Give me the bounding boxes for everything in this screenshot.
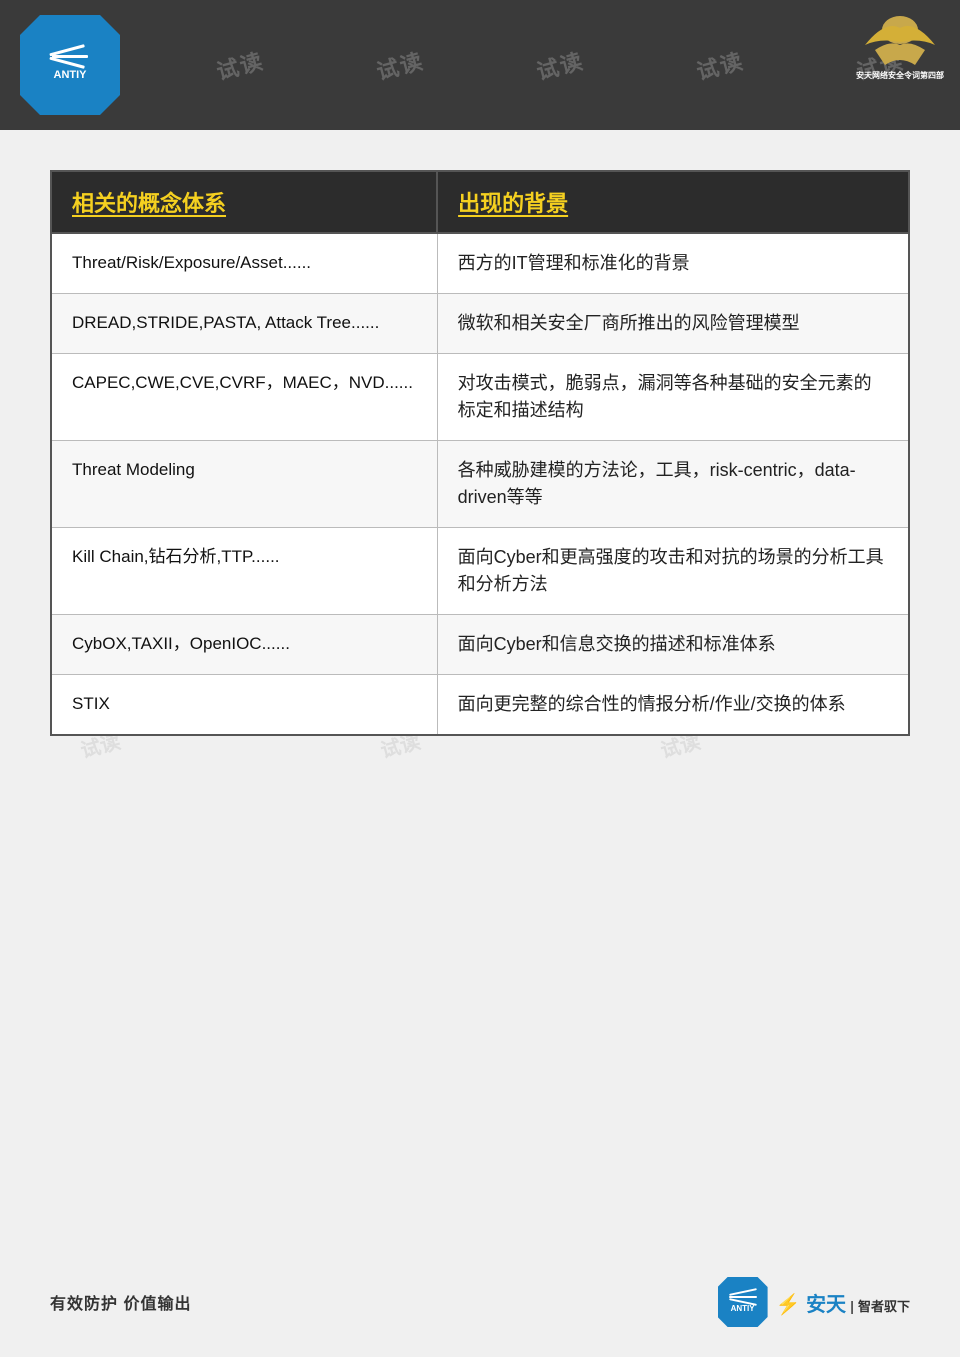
footer-logo-sub: 智者驭下 [858, 1296, 910, 1315]
table-cell-concept: STIX [51, 675, 437, 736]
table-row: Kill Chain,钻石分析,TTP......面向Cyber和更高强度的攻击… [51, 528, 909, 615]
table-row: Threat/Risk/Exposure/Asset......西方的IT管理和… [51, 233, 909, 294]
table-row: Threat Modeling各种威胁建模的方法论，工具，risk-centri… [51, 441, 909, 528]
svg-text:安天网络安全令词第四部: 安天网络安全令词第四部 [856, 70, 944, 80]
table-cell-background: 西方的IT管理和标准化的背景 [437, 233, 909, 294]
header: ANTIY 试读 试读 试读 试读 试读 试读 安天网络安全令词第四部 [0, 0, 960, 130]
footer-logo: ANTIY ⚡ 安天 | 智者驭下 [718, 1277, 910, 1327]
table-row: STIX面向更完整的综合性的情报分析/作业/交换的体系 [51, 675, 909, 736]
main-content: 试读 试读 试读 试读 试读 试读 试读 试读 试读 试读 试读 试读 试读 试… [0, 130, 960, 776]
table-cell-background: 面向Cyber和信息交换的描述和标准体系 [437, 615, 909, 675]
table-cell-concept: Threat/Risk/Exposure/Asset...... [51, 233, 437, 294]
footer-tagline: 有效防护 价值输出 [50, 1290, 191, 1314]
watermark-4: 试读 [533, 43, 588, 86]
table-row: DREAD,STRIDE,PASTA, Attack Tree......微软和… [51, 294, 909, 354]
footer-brand-text: ⚡ 安天 | 智者驭下 [776, 1288, 910, 1317]
watermark-5: 试读 [693, 43, 748, 86]
right-brand: 安天网络安全令词第四部 [855, 10, 945, 85]
watermark-3: 试读 [373, 43, 428, 86]
table-cell-concept: CybOX,TAXII，OpenIOC...... [51, 615, 437, 675]
table-cell-background: 面向更完整的综合性的情报分析/作业/交换的体系 [437, 675, 909, 736]
footer-logo-icon: ANTIY [718, 1277, 768, 1327]
table-cell-concept: Kill Chain,钻石分析,TTP...... [51, 528, 437, 615]
header-watermarks: 试读 试读 试读 试读 试读 试读 [0, 0, 960, 130]
table-cell-background: 面向Cyber和更高强度的攻击和对抗的场景的分析工具和分析方法 [437, 528, 909, 615]
table-cell-concept: CAPEC,CWE,CVE,CVRF，MAEC，NVD...... [51, 354, 437, 441]
table-cell-concept: DREAD,STRIDE,PASTA, Attack Tree...... [51, 294, 437, 354]
logo-text: ANTIY [52, 69, 88, 82]
brand-logo-svg: 安天网络安全令词第四部 [855, 10, 945, 85]
table-cell-background: 各种威胁建模的方法论，工具，risk-centric，data-driven等等 [437, 441, 909, 528]
footer-logo-main: ⚡ 安天 [776, 1288, 846, 1317]
col2-header: 出现的背景 [437, 171, 909, 233]
watermark-2: 试读 [213, 43, 268, 86]
table-cell-concept: Threat Modeling [51, 441, 437, 528]
table-cell-background: 微软和相关安全厂商所推出的风险管理模型 [437, 294, 909, 354]
col1-header: 相关的概念体系 [51, 171, 437, 233]
concept-table: 相关的概念体系 出现的背景 Threat/Risk/Exposure/Asset… [50, 170, 910, 736]
header-logo: ANTIY [20, 15, 120, 115]
table-row: CybOX,TAXII，OpenIOC......面向Cyber和信息交换的描述… [51, 615, 909, 675]
table-cell-background: 对攻击模式，脆弱点，漏洞等各种基础的安全元素的标定和描述结构 [437, 354, 909, 441]
table-row: CAPEC,CWE,CVE,CVRF，MAEC，NVD......对攻击模式，脆… [51, 354, 909, 441]
table-header-row: 相关的概念体系 出现的背景 [51, 171, 909, 233]
footer: 有效防护 价值输出 ANTIY ⚡ 安天 | 智者驭下 [0, 1277, 960, 1327]
